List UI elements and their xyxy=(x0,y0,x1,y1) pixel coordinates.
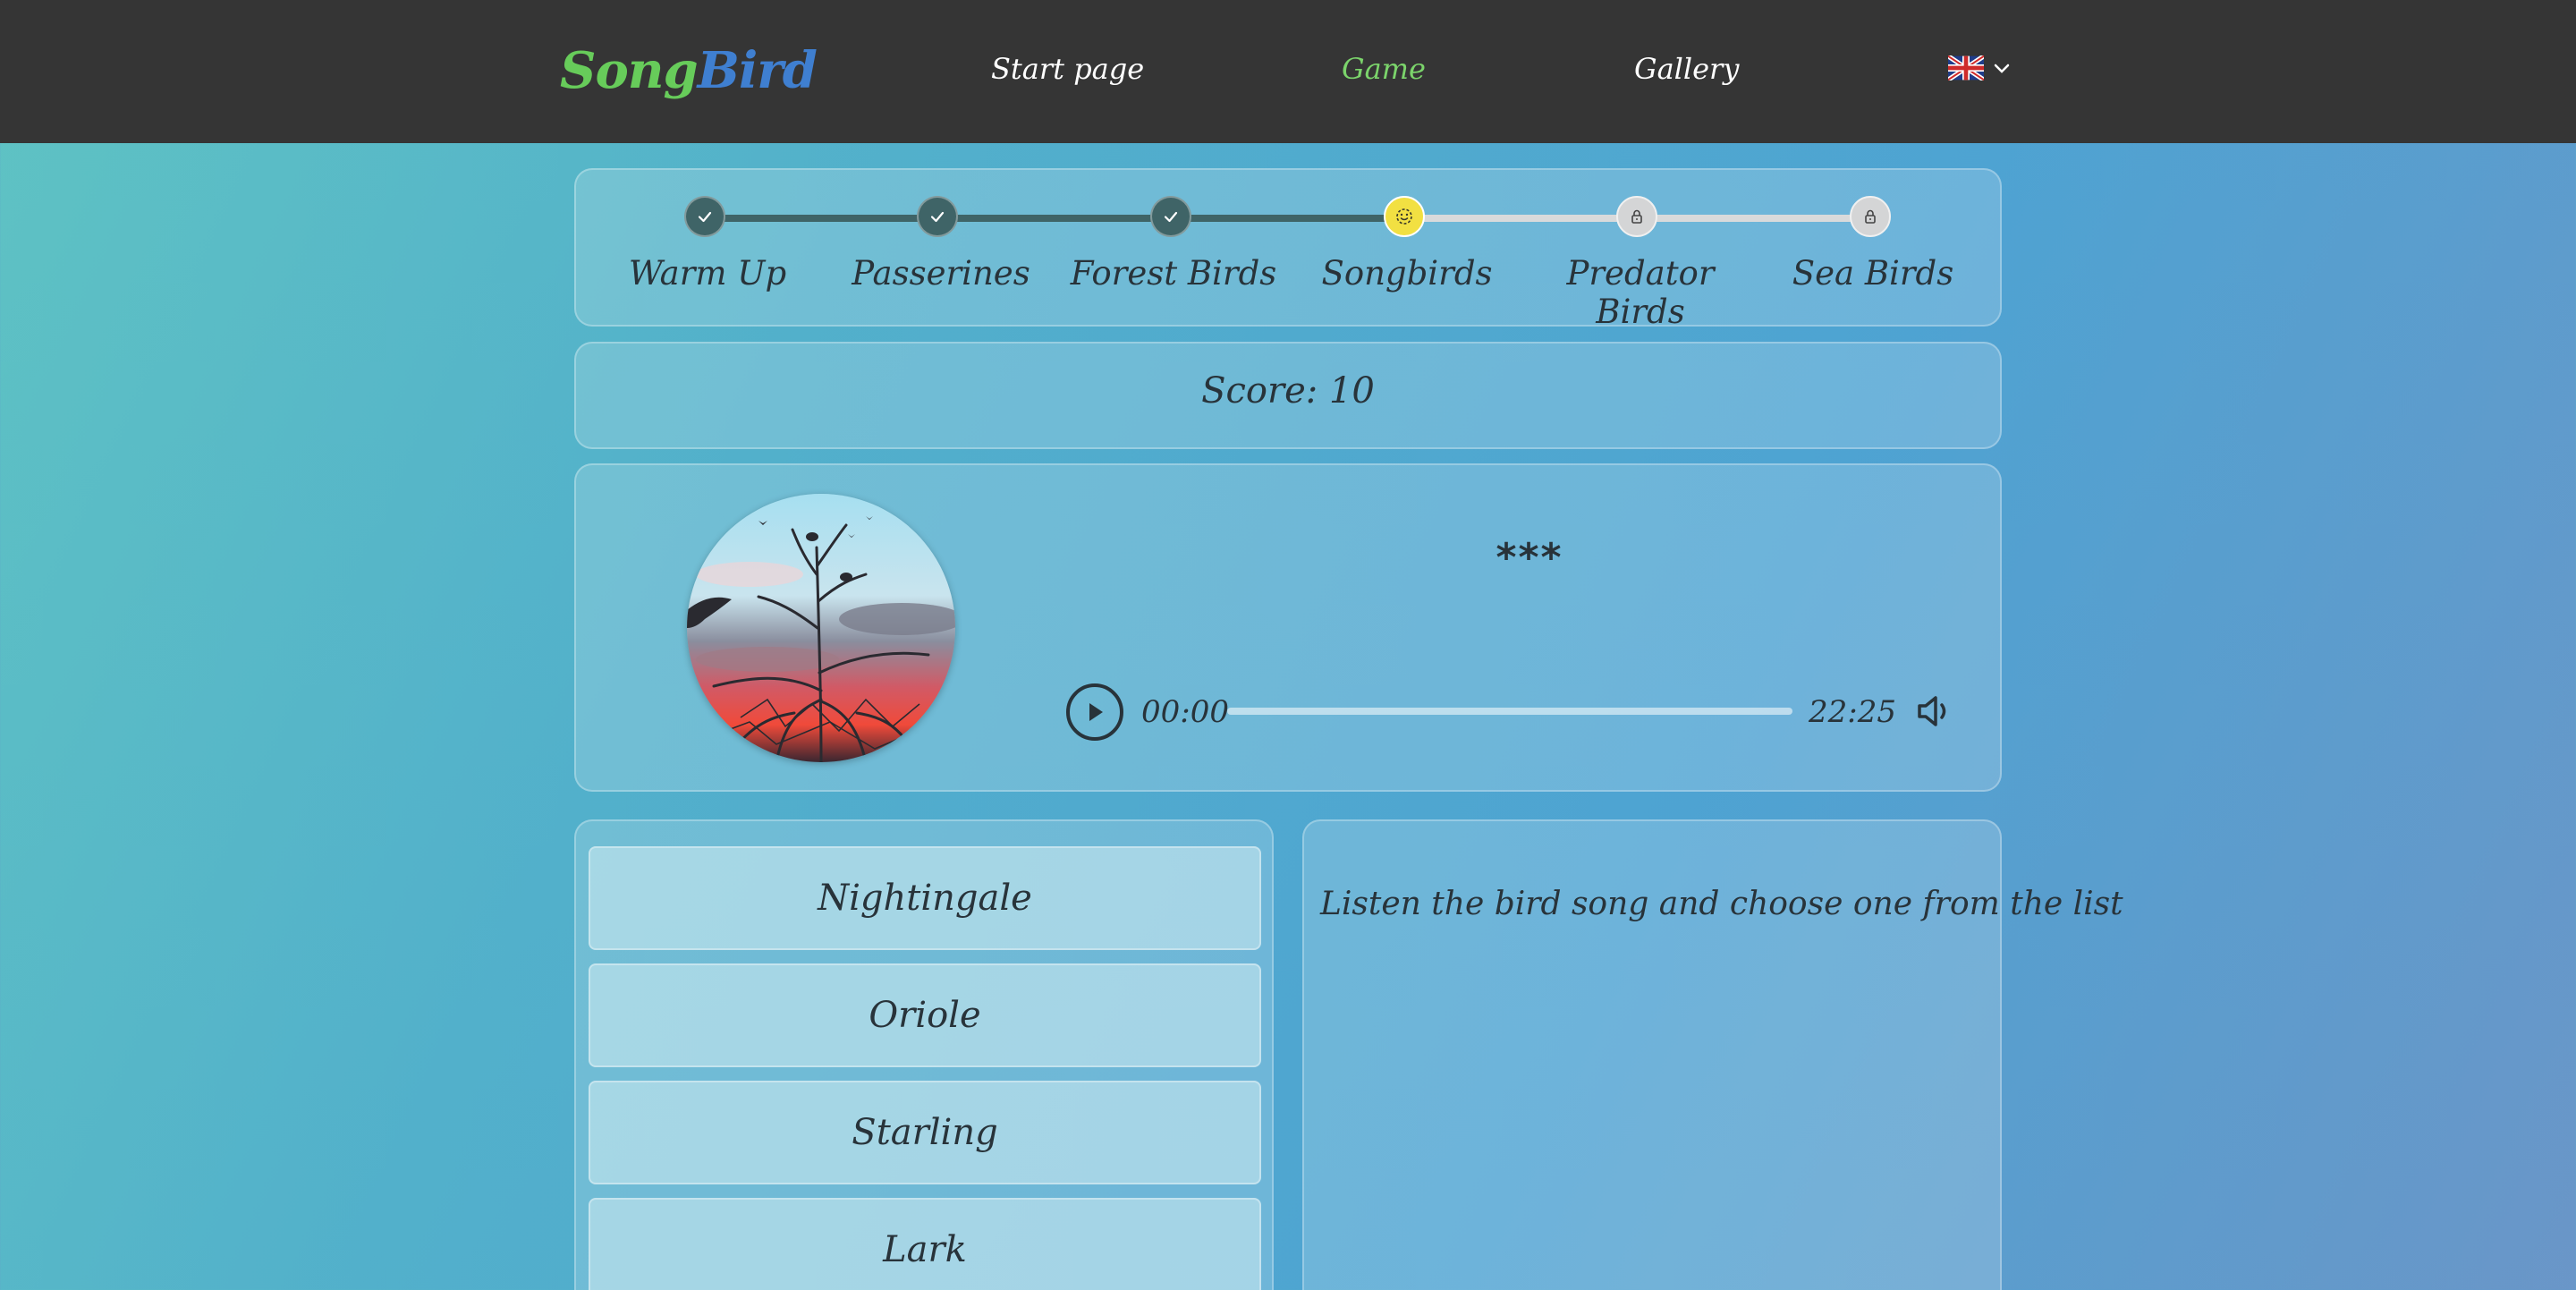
nav-gallery[interactable]: Gallery xyxy=(1634,52,1739,86)
language-selector[interactable] xyxy=(1948,55,2011,81)
play-icon xyxy=(1089,703,1103,721)
lock-icon xyxy=(1865,209,1876,224)
score-value: Score: 10 xyxy=(1201,370,1375,412)
answer-option-oriole[interactable]: Oriole xyxy=(589,963,1261,1067)
level-label-warm-up: Warm Up xyxy=(628,254,787,293)
nav-game[interactable]: Game xyxy=(1342,52,1426,86)
nav-start-page[interactable]: Start page xyxy=(991,52,1144,86)
chevron-down-icon xyxy=(1994,64,2010,73)
level-step-sea-birds xyxy=(1850,196,1891,237)
check-icon xyxy=(698,211,712,223)
duration-time: 22:25 xyxy=(1809,694,1896,730)
level-step-predator-birds xyxy=(1616,196,1657,237)
check-icon xyxy=(1164,211,1178,223)
lock-icon xyxy=(1631,209,1642,224)
songbird-logo[interactable]: SongBird xyxy=(560,41,818,100)
uk-flag-icon xyxy=(1948,55,1984,81)
level-step-warm-up xyxy=(684,196,725,237)
instruction-text: Listen the bird song and choose one from… xyxy=(1320,886,2123,922)
level-label-passerines: Passerines xyxy=(852,254,1030,293)
audio-progress-bar[interactable] xyxy=(1227,708,1792,715)
check-icon xyxy=(930,211,945,223)
level-label-predator-birds: Predator Birds xyxy=(1566,254,1715,331)
level-label-forest-birds: Forest Birds xyxy=(1070,254,1277,293)
answer-option-nightingale[interactable]: Nightingale xyxy=(589,846,1261,950)
answer-option-starling[interactable]: Starling xyxy=(589,1081,1261,1184)
level-stepper-panel xyxy=(574,168,2002,327)
hidden-bird-name: *** xyxy=(1496,535,1563,581)
smile-icon xyxy=(1396,208,1412,225)
level-label-sea-birds: Sea Birds xyxy=(1792,254,1954,293)
top-nav-bar: SongBird Start page Game Gallery xyxy=(0,0,2576,143)
stepper-track-completed xyxy=(705,215,1404,222)
level-step-songbirds xyxy=(1384,196,1425,237)
level-step-forest-birds xyxy=(1150,196,1191,237)
level-step-passerines xyxy=(917,196,958,237)
current-time: 00:00 xyxy=(1141,694,1229,730)
level-label-songbirds: Songbirds xyxy=(1321,254,1493,293)
volume-icon[interactable] xyxy=(1914,691,1955,732)
bird-image xyxy=(687,494,955,762)
answer-option-lark[interactable]: Lark xyxy=(589,1198,1261,1290)
play-button[interactable] xyxy=(1066,683,1123,741)
